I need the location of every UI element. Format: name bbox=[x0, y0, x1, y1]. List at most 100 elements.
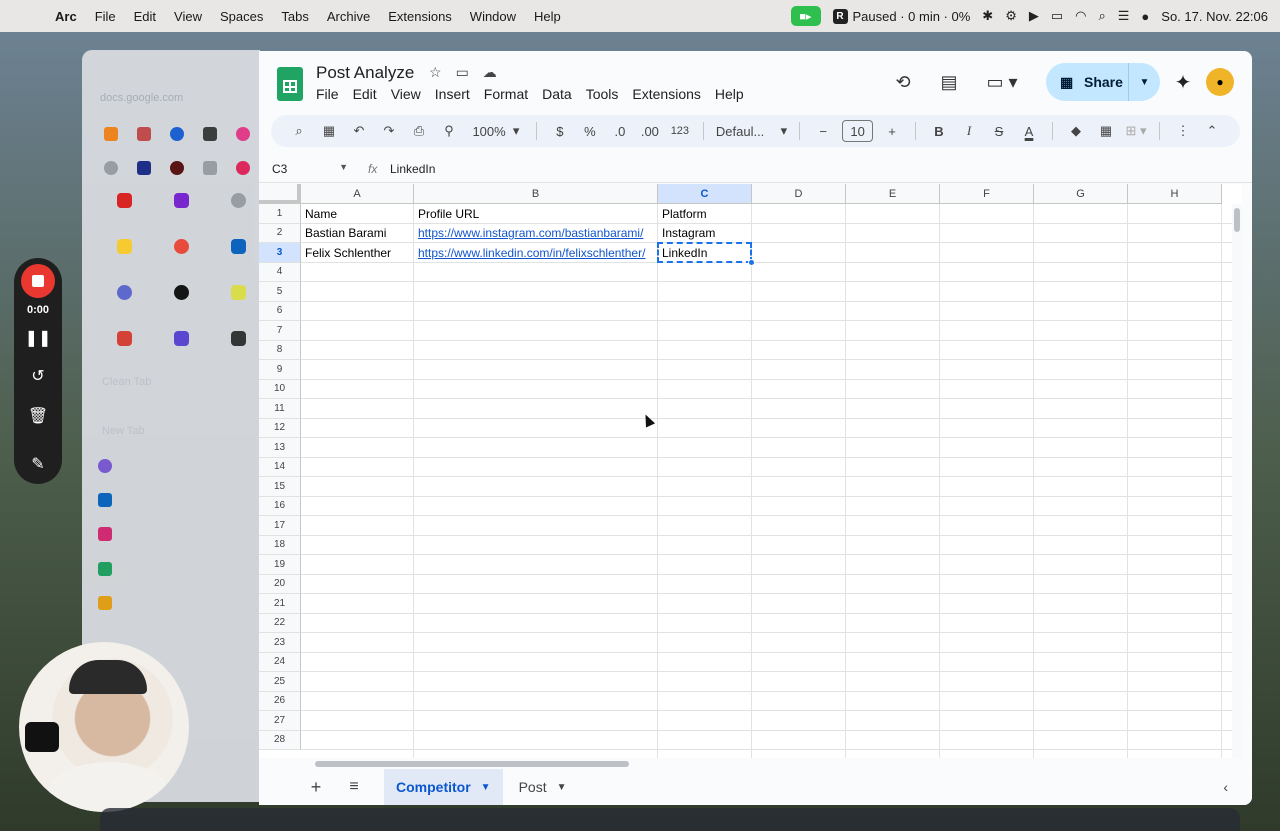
control-icon[interactable]: ⚙ bbox=[1005, 8, 1017, 24]
sheets-menu-format[interactable]: Format bbox=[484, 86, 528, 102]
clean-tab-button[interactable]: Clean Tab bbox=[102, 376, 151, 388]
share-button[interactable]: ▦ Share ▼ bbox=[1046, 63, 1160, 101]
row-header-24[interactable]: 24 bbox=[259, 652, 301, 672]
fav-app-dark-icon[interactable] bbox=[160, 156, 193, 180]
cell-b1[interactable]: Profile URL bbox=[414, 204, 658, 223]
bluetooth-icon[interactable]: ✱ bbox=[982, 8, 993, 24]
vertical-scrollbar[interactable] bbox=[1232, 204, 1242, 758]
column-header-g[interactable]: G bbox=[1034, 184, 1128, 204]
row-header-11[interactable]: 11 bbox=[259, 399, 301, 419]
row-header-23[interactable]: 23 bbox=[259, 633, 301, 653]
row-header-7[interactable]: 7 bbox=[259, 321, 301, 341]
name-box[interactable]: C3 ▼ bbox=[259, 162, 354, 176]
comments-icon[interactable]: ▤ bbox=[926, 66, 972, 98]
increase-font-size-button[interactable]: + bbox=[878, 117, 906, 145]
formula-input[interactable]: LinkedIn bbox=[390, 162, 435, 176]
row-header-22[interactable]: 22 bbox=[259, 613, 301, 633]
font-select[interactable]: Defaul... ▾ bbox=[713, 117, 790, 145]
cloud-saved-icon[interactable]: ☁ bbox=[483, 64, 497, 81]
increase-decimal-button[interactable]: .00 bbox=[636, 117, 664, 145]
font-size-field[interactable]: 10 bbox=[839, 117, 876, 145]
row-header-19[interactable]: 19 bbox=[259, 555, 301, 575]
row-header-17[interactable]: 17 bbox=[259, 516, 301, 536]
sheets-menu-data[interactable]: Data bbox=[542, 86, 572, 102]
explore-collapse-icon[interactable]: ‹ bbox=[1223, 779, 1228, 795]
row-header-27[interactable]: 27 bbox=[259, 711, 301, 731]
miro-icon[interactable] bbox=[96, 234, 153, 258]
pause-icon[interactable]: ❚❚ bbox=[14, 328, 62, 348]
stop-recording-button[interactable] bbox=[21, 264, 55, 298]
cell-b2[interactable]: https://www.instagram.com/bastianbarami/ bbox=[414, 224, 658, 243]
document-title[interactable]: Post Analyze bbox=[316, 63, 414, 83]
row-header-6[interactable]: 6 bbox=[259, 301, 301, 321]
sheets-menu-insert[interactable]: Insert bbox=[435, 86, 470, 102]
tab-linkedin-icon[interactable] bbox=[98, 493, 112, 507]
fav-app-icon[interactable] bbox=[127, 122, 160, 146]
row-header-15[interactable]: 15 bbox=[259, 477, 301, 497]
undo-icon[interactable]: ↶ bbox=[345, 117, 373, 145]
borders-icon[interactable]: ▦ bbox=[1092, 117, 1120, 145]
search-menus-icon[interactable]: ⌕ bbox=[285, 117, 313, 145]
menu-view[interactable]: View bbox=[165, 9, 211, 24]
cell-c2[interactable]: Instagram bbox=[658, 224, 752, 243]
column-header-c[interactable]: C bbox=[658, 184, 752, 204]
search-icon[interactable]: ⌕ bbox=[1098, 8, 1105, 24]
delete-icon[interactable]: 🗑 bbox=[14, 406, 62, 426]
move-folder-icon[interactable]: ▭ bbox=[456, 64, 469, 81]
tab-post[interactable]: Post ▼ bbox=[507, 769, 579, 805]
column-header-a[interactable]: A bbox=[301, 184, 414, 204]
row-header-3[interactable]: 3 bbox=[259, 243, 301, 263]
new-tab-button[interactable]: New Tab bbox=[102, 425, 145, 437]
redo-icon[interactable]: ↷ bbox=[375, 117, 403, 145]
battery-icon[interactable]: ▭ bbox=[1051, 8, 1063, 24]
fav-metamask-icon[interactable] bbox=[94, 122, 127, 146]
wifi-icon[interactable]: ◠ bbox=[1075, 8, 1086, 24]
youtube-icon[interactable] bbox=[96, 188, 153, 212]
row-header-21[interactable]: 21 bbox=[259, 594, 301, 614]
scroll-thumb[interactable] bbox=[1234, 208, 1240, 232]
menu-edit[interactable]: Edit bbox=[125, 9, 165, 24]
percent-format-button[interactable]: % bbox=[576, 117, 604, 145]
column-header-b[interactable]: B bbox=[414, 184, 658, 204]
fav-app-blue-icon[interactable] bbox=[127, 156, 160, 180]
decrease-decimal-button[interactable]: .0 bbox=[606, 117, 634, 145]
column-header-f[interactable]: F bbox=[940, 184, 1034, 204]
tab-instagram-icon[interactable] bbox=[98, 527, 112, 541]
fav-bitwarden-icon[interactable] bbox=[193, 122, 226, 146]
fav-app-magenta-icon[interactable] bbox=[226, 156, 259, 180]
siri-icon[interactable]: ● bbox=[1141, 9, 1149, 24]
restart-icon[interactable]: ↺ bbox=[14, 366, 62, 386]
cell-a3[interactable]: Felix Schlenther bbox=[301, 243, 414, 262]
row-header-2[interactable]: 2 bbox=[259, 223, 301, 243]
row-header-1[interactable]: 1 bbox=[259, 204, 301, 224]
row-header-18[interactable]: 18 bbox=[259, 535, 301, 555]
control-center-icon[interactable]: ☰ bbox=[1118, 8, 1130, 24]
bold-button[interactable]: B bbox=[925, 117, 953, 145]
column-header-h[interactable]: H bbox=[1128, 184, 1222, 204]
todoist-icon[interactable] bbox=[96, 326, 153, 350]
star-icon[interactable]: ☆ bbox=[429, 64, 442, 81]
table-icon[interactable]: ▦ bbox=[315, 117, 343, 145]
menubar-clock[interactable]: So. 17. Nov. 22:06 bbox=[1161, 9, 1268, 24]
strikethrough-button[interactable]: S bbox=[985, 117, 1013, 145]
avatar[interactable]: ● bbox=[1206, 68, 1234, 96]
merge-cells-icon[interactable]: ⊞ ▾ bbox=[1122, 117, 1150, 145]
scroll-thumb[interactable] bbox=[315, 761, 629, 767]
app-purple-icon[interactable] bbox=[153, 326, 210, 350]
tab-drive-icon[interactable] bbox=[98, 596, 112, 610]
all-sheets-button[interactable]: ≡ bbox=[342, 778, 366, 796]
row-header-5[interactable]: 5 bbox=[259, 282, 301, 302]
sheets-menu-file[interactable]: File bbox=[316, 86, 339, 102]
tab-sheets-icon[interactable] bbox=[98, 562, 112, 576]
menu-app-name[interactable]: Arc bbox=[46, 9, 86, 24]
row-header-9[interactable]: 9 bbox=[259, 360, 301, 380]
menu-window[interactable]: Window bbox=[461, 9, 525, 24]
row-header-16[interactable]: 16 bbox=[259, 496, 301, 516]
spreadsheet-grid[interactable]: A B C D E F G H 1 2 3 4 5 6 7 8 9 10 11 12 13 14 15 16 17 18 19 20 2… bbox=[259, 184, 1242, 758]
collapse-menus-icon[interactable]: ⌃ bbox=[1198, 117, 1226, 145]
print-icon[interactable]: ⎙ bbox=[405, 117, 433, 145]
pen-icon[interactable]: ✎ bbox=[14, 454, 62, 474]
play-icon[interactable]: ▶ bbox=[1029, 8, 1039, 24]
menu-spaces[interactable]: Spaces bbox=[211, 9, 272, 24]
add-sheet-button[interactable]: + bbox=[304, 777, 328, 798]
